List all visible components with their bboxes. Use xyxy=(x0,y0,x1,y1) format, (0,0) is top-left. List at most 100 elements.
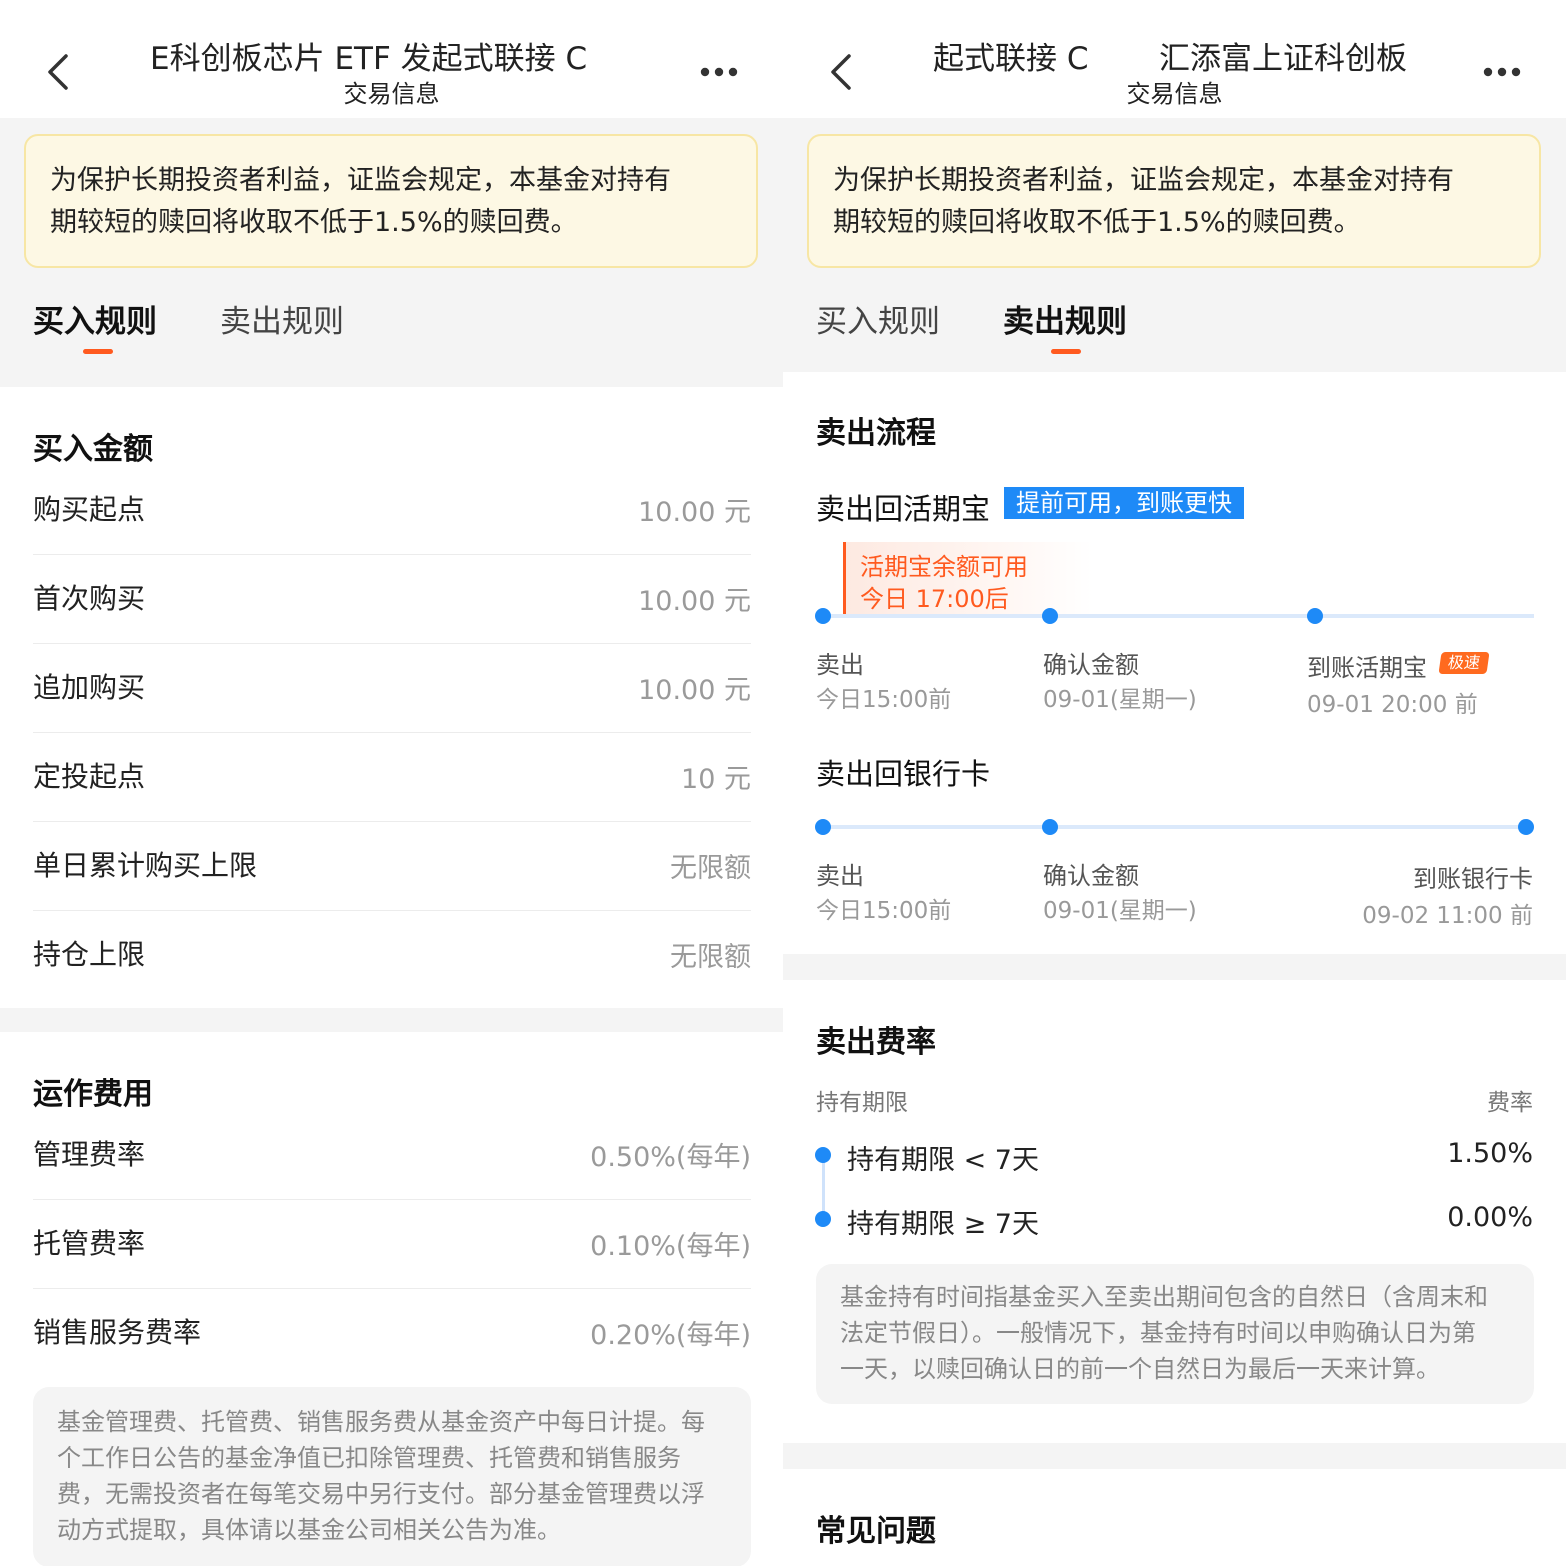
sell-to-bank-title: 卖出回银行卡 xyxy=(816,757,991,791)
wallet-step-label: 到账活期宝 xyxy=(1307,654,1427,682)
right-panel-sell-rules: 起式联接 C 汇添富上证科创板 交易信息 为保护长期投资者利益，证监会规定，本基… xyxy=(783,0,1566,1566)
fee-row-sales-service: 销售服务费率 0.20%(每年) xyxy=(33,1289,751,1378)
buy-row-holding-limit: 持仓上限 无限额 xyxy=(33,911,751,1000)
fund-title-text: E科创板芯片 ETF 发起式联接 C xyxy=(150,41,588,77)
rules-tabs: 买入规则 卖出规则 xyxy=(783,280,1566,370)
row-label: 托管费率 xyxy=(33,1227,146,1260)
bank-step-time: 09-01(星期一) xyxy=(1043,898,1197,924)
more-options-icon[interactable] xyxy=(1482,62,1522,82)
row-value: 无限额 xyxy=(670,853,751,884)
row-label: 定投起点 xyxy=(33,760,146,793)
tab-sell-rules[interactable]: 卖出规则 xyxy=(220,296,344,341)
section-title-sell-flow: 卖出流程 xyxy=(816,416,936,451)
bank-step-dot xyxy=(1518,819,1534,835)
buy-row-first-purchase: 首次购买 10.00 元 xyxy=(33,555,751,644)
page-title: E科创板芯片 ETF 发起式联接 C xyxy=(0,33,783,77)
fee-bullet-dot xyxy=(815,1211,831,1227)
buy-row-daily-limit: 单日累计购买上限 无限额 xyxy=(33,822,751,911)
express-badge: 极速 xyxy=(1438,652,1490,674)
page-subtitle: 交易信息 xyxy=(343,80,440,108)
fee-bullet-dot xyxy=(815,1147,831,1163)
more-options-icon[interactable] xyxy=(699,62,739,82)
fee-row-label: 持有期限 ≥ 7天 xyxy=(847,1209,1039,1240)
section-title-sell-fee: 卖出费率 xyxy=(816,1025,936,1060)
note-line: 基金持有时间指基金买入至卖出期间包含的自然日（含周末和 xyxy=(840,1283,1488,1311)
redemption-fee-notice: 为保护长期投资者利益，证监会规定，本基金对持有 期较短的赎回将收取不低于1.5%… xyxy=(24,134,758,268)
wallet-step-time: 今日15:00前 xyxy=(816,687,952,713)
row-value: 0.10%(每年) xyxy=(590,1231,751,1262)
fund-title-part-1: 起式联接 C xyxy=(933,41,1089,77)
faster-arrival-tag: 提前可用，到账更快 xyxy=(1004,487,1244,519)
row-label: 单日累计购买上限 xyxy=(33,849,258,882)
fee-row-management: 管理费率 0.50%(每年) xyxy=(33,1111,751,1200)
row-label: 追加购买 xyxy=(33,671,146,704)
wallet-timeline-track xyxy=(823,614,1534,618)
wallet-step-time: 09-01 20:00 前 xyxy=(1307,692,1478,718)
callout-line-2: 今日 17:00后 xyxy=(860,585,1009,613)
bank-step-label: 卖出 xyxy=(816,862,864,890)
buy-row-auto-invest-min: 定投起点 10 元 xyxy=(33,733,751,822)
nav-header: E科创板芯片 ETF 发起式联接 C 交易信息 xyxy=(0,0,783,118)
row-label: 持仓上限 xyxy=(33,938,146,971)
holding-period-note: 基金持有时间指基金买入至卖出期间包含的自然日（含周末和 法定节假日）。一般情况下… xyxy=(816,1264,1534,1404)
note-line: 动方式提取，具体请以基金公司相关公告为准。 xyxy=(57,1516,561,1544)
row-label: 首次购买 xyxy=(33,582,146,615)
fee-row-custody: 托管费率 0.10%(每年) xyxy=(33,1200,751,1289)
sell-flow-card: 卖出流程 卖出回活期宝 提前可用，到账更快 活期宝余额可用 今日 17:00后 … xyxy=(783,372,1566,954)
fee-header-period: 持有期限 xyxy=(816,1090,908,1116)
fee-row-label: 持有期限 < 7天 xyxy=(847,1145,1039,1176)
tab-sell-rules[interactable]: 卖出规则 xyxy=(1003,296,1127,341)
row-value: 10.00 元 xyxy=(638,497,751,528)
bank-step-dot xyxy=(1042,819,1058,835)
row-label: 管理费率 xyxy=(33,1138,146,1171)
note-line: 费，无需投资者在每笔交易中另行支付。部分基金管理费以浮 xyxy=(57,1480,705,1508)
bank-timeline-track xyxy=(823,825,1526,829)
row-value: 10.00 元 xyxy=(638,586,751,617)
buy-row-min-purchase: 购买起点 10.00 元 xyxy=(33,466,751,555)
sell-fee-card: 卖出费率 持有期限 费率 持有期限 < 7天 1.50% 持有期限 ≥ 7天 0… xyxy=(783,980,1566,1443)
callout-line-1: 活期宝余额可用 xyxy=(860,553,1028,581)
fee-row-value: 1.50% xyxy=(1447,1138,1533,1169)
wallet-step-dot xyxy=(815,608,831,624)
note-line: 个工作日公告的基金净值已扣除管理费、托管费和销售服务 xyxy=(57,1444,681,1472)
wallet-available-callout: 活期宝余额可用 今日 17:00后 xyxy=(843,542,1093,616)
operating-fees-card: 运作费用 管理费率 0.50%(每年) 托管费率 0.10%(每年) 销售服务费… xyxy=(0,1032,783,1566)
nav-header: 起式联接 C 汇添富上证科创板 交易信息 xyxy=(783,0,1566,118)
bank-step-time: 09-02 11:00 前 xyxy=(1362,903,1533,929)
wallet-step-dot xyxy=(1307,608,1323,624)
fee-row-value: 0.00% xyxy=(1447,1202,1533,1233)
fund-title-part-2: 汇添富上证科创板 xyxy=(1159,41,1407,77)
section-title-faq[interactable]: 常见问题 xyxy=(816,1506,936,1550)
fee-header-rate: 费率 xyxy=(1487,1090,1533,1116)
row-value: 无限额 xyxy=(670,942,751,973)
wallet-step-time: 09-01(星期一) xyxy=(1043,687,1197,713)
left-panel-buy-rules: E科创板芯片 ETF 发起式联接 C 交易信息 为保护长期投资者利益，证监会规定… xyxy=(0,0,783,1566)
note-line: 一天，以赎回确认日的前一个自然日为最后一天来计算。 xyxy=(840,1355,1440,1383)
active-tab-indicator xyxy=(83,349,113,354)
wallet-step-dot xyxy=(1042,608,1058,624)
faq-card: 常见问题 xyxy=(783,1469,1566,1566)
tab-buy-rules[interactable]: 买入规则 xyxy=(33,296,157,341)
bank-step-time: 今日15:00前 xyxy=(816,898,952,924)
notice-line-1: 为保护长期投资者利益，证监会规定，本基金对持有 xyxy=(50,165,671,196)
screenshot-wrap: E科创板芯片 ETF 发起式联接 C 交易信息 为保护长期投资者利益，证监会规定… xyxy=(0,0,1566,1566)
row-value: 0.50%(每年) xyxy=(590,1142,751,1173)
fee-explanation-note: 基金管理费、托管费、销售服务费从基金资产中每日计提。每 个工作日公告的基金净值已… xyxy=(33,1387,751,1566)
rules-tabs: 买入规则 卖出规则 xyxy=(0,280,783,370)
row-value: 10 元 xyxy=(681,764,751,795)
buy-row-additional-purchase: 追加购买 10.00 元 xyxy=(33,644,751,733)
row-value: 0.20%(每年) xyxy=(590,1320,751,1351)
bank-step-dot xyxy=(815,819,831,835)
section-title-operating-fees: 运作费用 xyxy=(33,1077,153,1112)
note-line: 法定节假日）。一般情况下，基金持有时间以申购确认日为第 xyxy=(840,1319,1476,1347)
active-tab-indicator xyxy=(1051,349,1081,354)
bank-step-label: 到账银行卡 xyxy=(1413,865,1533,893)
notice-line-1: 为保护长期投资者利益，证监会规定，本基金对持有 xyxy=(833,165,1454,196)
bank-step-label: 确认金额 xyxy=(1043,862,1139,890)
row-value: 10.00 元 xyxy=(638,675,751,706)
wallet-step-label: 卖出 xyxy=(816,651,864,679)
sell-to-wallet-title: 卖出回活期宝 xyxy=(816,492,991,526)
row-label: 销售服务费率 xyxy=(33,1316,202,1349)
notice-line-2: 期较短的赎回将收取不低于1.5%的赎回费。 xyxy=(50,207,578,238)
tab-buy-rules[interactable]: 买入规则 xyxy=(816,296,940,341)
